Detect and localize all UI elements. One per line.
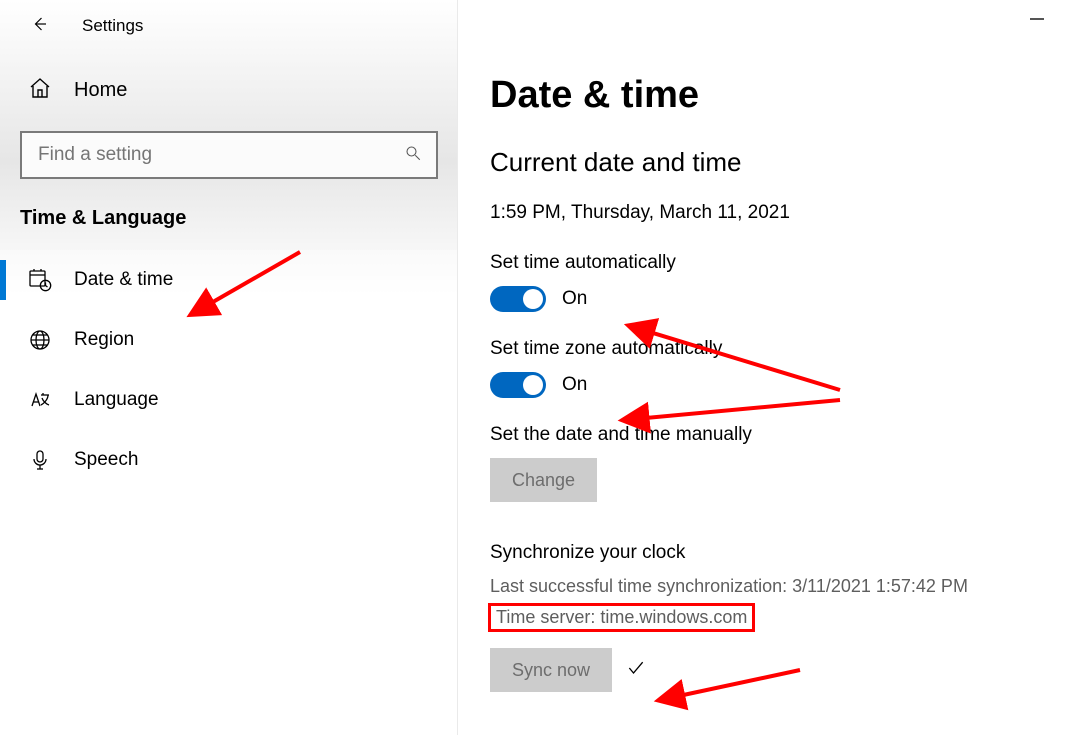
sidebar-home[interactable]: Home [0,48,458,123]
change-button[interactable]: Change [490,458,597,502]
sidebar-item-speech[interactable]: Speech [0,430,458,490]
back-arrow-icon [31,15,49,38]
globe-icon [28,328,52,352]
page-title: Date & time [490,74,1040,117]
check-icon [626,658,646,683]
toggle-state-text: On [562,288,587,310]
toggle-set-time-auto[interactable] [490,286,546,312]
set-manual-label: Set the date and time manually [490,424,1040,446]
sync-time-server: Time server: time.windows.com [490,605,753,630]
toggle-state-text: On [562,374,587,396]
search-icon [404,144,422,167]
sidebar-item-label: Language [74,389,159,411]
minimize-button[interactable] [1030,18,1044,20]
sidebar-item-label: Region [74,329,134,351]
toggle-row-set-time-auto: On [490,286,1040,312]
language-icon [28,388,52,412]
window-title: Settings [82,16,143,36]
sidebar-item-region[interactable]: Region [0,310,458,370]
toggle-knob [523,375,543,395]
sync-heading: Synchronize your clock [490,542,1040,564]
sidebar-item-label: Speech [74,449,138,471]
sync-last-success: Last successful time synchronization: 3/… [490,576,1040,597]
sync-time-server-row: Time server: time.windows.com [490,603,1040,630]
current-datetime-text: 1:59 PM, Thursday, March 11, 2021 [490,202,1040,224]
app-root: Settings Home [0,0,1080,735]
sidebar-category-heading: Time & Language [0,201,458,250]
sync-row: Sync now [490,648,1040,692]
set-tz-auto-label: Set time zone automatically [490,338,1040,360]
toggle-knob [523,289,543,309]
titlebar: Settings [0,0,458,48]
toggle-row-set-tz-auto: On [490,372,1040,398]
sync-section: Synchronize your clock Last successful t… [490,542,1040,692]
microphone-icon [28,448,52,472]
search-box[interactable] [20,131,438,179]
main-content: Date & time Current date and time 1:59 P… [458,0,1080,735]
set-time-auto-label: Set time automatically [490,252,1040,274]
search-input[interactable] [36,143,404,167]
calendar-clock-icon [28,268,52,292]
sidebar-home-label: Home [74,79,127,102]
sidebar: Settings Home [0,0,458,735]
toggle-set-tz-auto[interactable] [490,372,546,398]
back-button[interactable] [28,14,52,38]
sidebar-item-date-time[interactable]: Date & time [0,250,458,310]
section-title-current: Current date and time [490,147,1040,178]
search-container [20,131,438,179]
sidebar-item-label: Date & time [74,269,173,291]
sidebar-item-language[interactable]: Language [0,370,458,430]
home-icon [28,76,52,105]
sync-now-button[interactable]: Sync now [490,648,612,692]
